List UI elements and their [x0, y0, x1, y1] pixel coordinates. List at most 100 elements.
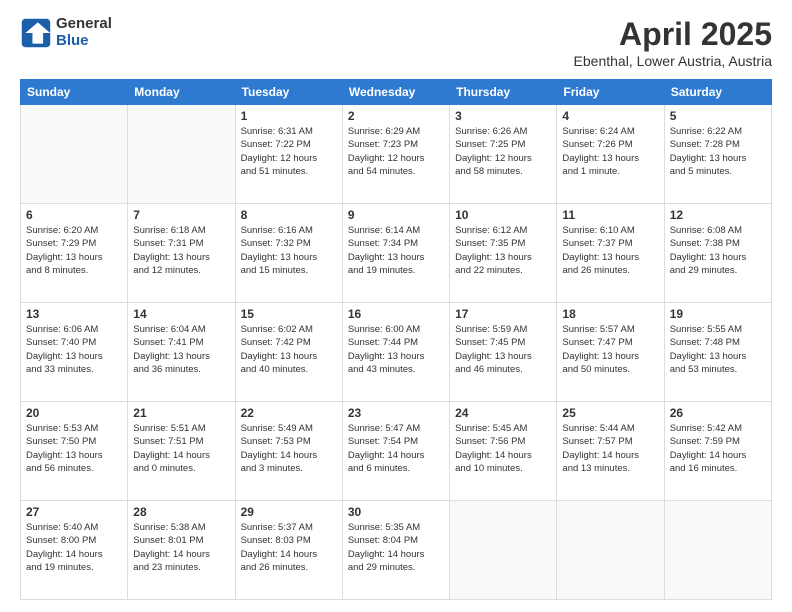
day-info: Sunrise: 5:37 AM Sunset: 8:03 PM Dayligh… [241, 521, 337, 574]
day-info: Sunrise: 5:44 AM Sunset: 7:57 PM Dayligh… [562, 422, 658, 475]
table-row: 25 Sunrise: 5:44 AM Sunset: 7:57 PM Dayli… [557, 402, 664, 501]
col-wednesday: Wednesday [342, 80, 449, 105]
day-number: 11 [562, 208, 658, 222]
table-row: 14Sunrise: 6:04 AM Sunset: 7:41 PM Dayli… [128, 303, 235, 402]
day-info: Sunrise: 6:00 AM Sunset: 7:44 PM Dayligh… [348, 323, 444, 376]
logo-icon [20, 17, 52, 49]
title-month: April 2025 [574, 16, 772, 53]
day-info: Sunrise: 5:49 AM Sunset: 7:53 PM Dayligh… [241, 422, 337, 475]
table-row: 18Sunrise: 5:57 AM Sunset: 7:47 PM Dayli… [557, 303, 664, 402]
table-row: 30 Sunrise: 5:35 AM Sunset: 8:04 PM Dayli… [342, 501, 449, 600]
day-number: 9 [348, 208, 444, 222]
day-number: 10 [455, 208, 551, 222]
day-number: 30 [348, 505, 444, 519]
logo: General Blue [20, 16, 112, 49]
table-row: 6 Sunrise: 6:20 AM Sunset: 7:29 PM Daylig… [21, 204, 128, 303]
day-info: Sunrise: 6:14 AM Sunset: 7:34 PM Dayligh… [348, 224, 444, 277]
calendar-week-row: 6 Sunrise: 6:20 AM Sunset: 7:29 PM Daylig… [21, 204, 772, 303]
day-info: Sunrise: 5:51 AM Sunset: 7:51 PM Dayligh… [133, 422, 229, 475]
col-monday: Monday [128, 80, 235, 105]
day-number: 6 [26, 208, 122, 222]
table-row: 1Sunrise: 6:31 AM Sunset: 7:22 PM Daylig… [235, 105, 342, 204]
calendar-week-row: 1Sunrise: 6:31 AM Sunset: 7:22 PM Daylig… [21, 105, 772, 204]
col-saturday: Saturday [664, 80, 771, 105]
day-number: 4 [562, 109, 658, 123]
day-number: 22 [241, 406, 337, 420]
day-number: 26 [670, 406, 766, 420]
table-row: 11 Sunrise: 6:10 AM Sunset: 7:37 PM Dayli… [557, 204, 664, 303]
logo-general: General [56, 16, 112, 33]
table-row [128, 105, 235, 204]
table-row: 27 Sunrise: 5:40 AM Sunset: 8:00 PM Dayli… [21, 501, 128, 600]
table-row: 21 Sunrise: 5:51 AM Sunset: 7:51 PM Dayli… [128, 402, 235, 501]
day-number: 14 [133, 307, 229, 321]
day-info: Sunrise: 6:24 AM Sunset: 7:26 PM Dayligh… [562, 125, 658, 178]
page: General Blue April 2025 Ebenthal, Lower … [0, 0, 792, 612]
table-row: 4 Sunrise: 6:24 AM Sunset: 7:26 PM Daylig… [557, 105, 664, 204]
day-number: 27 [26, 505, 122, 519]
table-row: 2 Sunrise: 6:29 AM Sunset: 7:23 PM Daylig… [342, 105, 449, 204]
table-row: 8Sunrise: 6:16 AM Sunset: 7:32 PM Daylig… [235, 204, 342, 303]
day-number: 15 [241, 307, 337, 321]
calendar-header-row: Sunday Monday Tuesday Wednesday Thursday… [21, 80, 772, 105]
table-row: 5 Sunrise: 6:22 AM Sunset: 7:28 PM Daylig… [664, 105, 771, 204]
table-row: 15 Sunrise: 6:02 AM Sunset: 7:42 PM Dayli… [235, 303, 342, 402]
table-row [664, 501, 771, 600]
day-info: Sunrise: 6:26 AM Sunset: 7:25 PM Dayligh… [455, 125, 551, 178]
calendar-week-row: 27 Sunrise: 5:40 AM Sunset: 8:00 PM Dayli… [21, 501, 772, 600]
col-thursday: Thursday [450, 80, 557, 105]
day-info: Sunrise: 5:35 AM Sunset: 8:04 PM Dayligh… [348, 521, 444, 574]
col-friday: Friday [557, 80, 664, 105]
logo-blue: Blue [56, 33, 112, 50]
day-info: Sunrise: 6:08 AM Sunset: 7:38 PM Dayligh… [670, 224, 766, 277]
day-number: 29 [241, 505, 337, 519]
col-tuesday: Tuesday [235, 80, 342, 105]
table-row [21, 105, 128, 204]
table-row: 20Sunrise: 5:53 AM Sunset: 7:50 PM Dayli… [21, 402, 128, 501]
day-info: Sunrise: 5:59 AM Sunset: 7:45 PM Dayligh… [455, 323, 551, 376]
day-info: Sunrise: 6:22 AM Sunset: 7:28 PM Dayligh… [670, 125, 766, 178]
table-row: 24 Sunrise: 5:45 AM Sunset: 7:56 PM Dayli… [450, 402, 557, 501]
day-info: Sunrise: 6:02 AM Sunset: 7:42 PM Dayligh… [241, 323, 337, 376]
day-info: Sunrise: 6:18 AM Sunset: 7:31 PM Dayligh… [133, 224, 229, 277]
day-info: Sunrise: 5:45 AM Sunset: 7:56 PM Dayligh… [455, 422, 551, 475]
table-row: 29 Sunrise: 5:37 AM Sunset: 8:03 PM Dayli… [235, 501, 342, 600]
calendar-week-row: 13 Sunrise: 6:06 AM Sunset: 7:40 PM Dayli… [21, 303, 772, 402]
table-row: 7 Sunrise: 6:18 AM Sunset: 7:31 PM Daylig… [128, 204, 235, 303]
table-row: 28 Sunrise: 5:38 AM Sunset: 8:01 PM Dayli… [128, 501, 235, 600]
day-info: Sunrise: 6:29 AM Sunset: 7:23 PM Dayligh… [348, 125, 444, 178]
title-block: April 2025 Ebenthal, Lower Austria, Aust… [574, 16, 772, 69]
day-number: 24 [455, 406, 551, 420]
day-number: 5 [670, 109, 766, 123]
col-sunday: Sunday [21, 80, 128, 105]
day-number: 28 [133, 505, 229, 519]
header: General Blue April 2025 Ebenthal, Lower … [20, 16, 772, 69]
table-row: 10 Sunrise: 6:12 AM Sunset: 7:35 PM Dayli… [450, 204, 557, 303]
day-info: Sunrise: 5:42 AM Sunset: 7:59 PM Dayligh… [670, 422, 766, 475]
table-row: 19 Sunrise: 5:55 AM Sunset: 7:48 PM Dayli… [664, 303, 771, 402]
table-row [450, 501, 557, 600]
table-row: 22 Sunrise: 5:49 AM Sunset: 7:53 PM Dayli… [235, 402, 342, 501]
day-info: Sunrise: 6:10 AM Sunset: 7:37 PM Dayligh… [562, 224, 658, 277]
day-info: Sunrise: 5:38 AM Sunset: 8:01 PM Dayligh… [133, 521, 229, 574]
day-number: 21 [133, 406, 229, 420]
day-info: Sunrise: 6:12 AM Sunset: 7:35 PM Dayligh… [455, 224, 551, 277]
day-info: Sunrise: 5:55 AM Sunset: 7:48 PM Dayligh… [670, 323, 766, 376]
day-number: 13 [26, 307, 122, 321]
day-number: 3 [455, 109, 551, 123]
day-info: Sunrise: 6:06 AM Sunset: 7:40 PM Dayligh… [26, 323, 122, 376]
calendar-week-row: 20Sunrise: 5:53 AM Sunset: 7:50 PM Dayli… [21, 402, 772, 501]
day-info: Sunrise: 5:47 AM Sunset: 7:54 PM Dayligh… [348, 422, 444, 475]
table-row: 9 Sunrise: 6:14 AM Sunset: 7:34 PM Daylig… [342, 204, 449, 303]
day-number: 2 [348, 109, 444, 123]
day-number: 19 [670, 307, 766, 321]
day-info: Sunrise: 5:40 AM Sunset: 8:00 PM Dayligh… [26, 521, 122, 574]
day-info: Sunrise: 6:20 AM Sunset: 7:29 PM Dayligh… [26, 224, 122, 277]
day-number: 7 [133, 208, 229, 222]
table-row: 13 Sunrise: 6:06 AM Sunset: 7:40 PM Dayli… [21, 303, 128, 402]
table-row: 12Sunrise: 6:08 AM Sunset: 7:38 PM Dayli… [664, 204, 771, 303]
table-row: 23Sunrise: 5:47 AM Sunset: 7:54 PM Dayli… [342, 402, 449, 501]
day-number: 25 [562, 406, 658, 420]
day-number: 20 [26, 406, 122, 420]
title-location: Ebenthal, Lower Austria, Austria [574, 53, 772, 69]
